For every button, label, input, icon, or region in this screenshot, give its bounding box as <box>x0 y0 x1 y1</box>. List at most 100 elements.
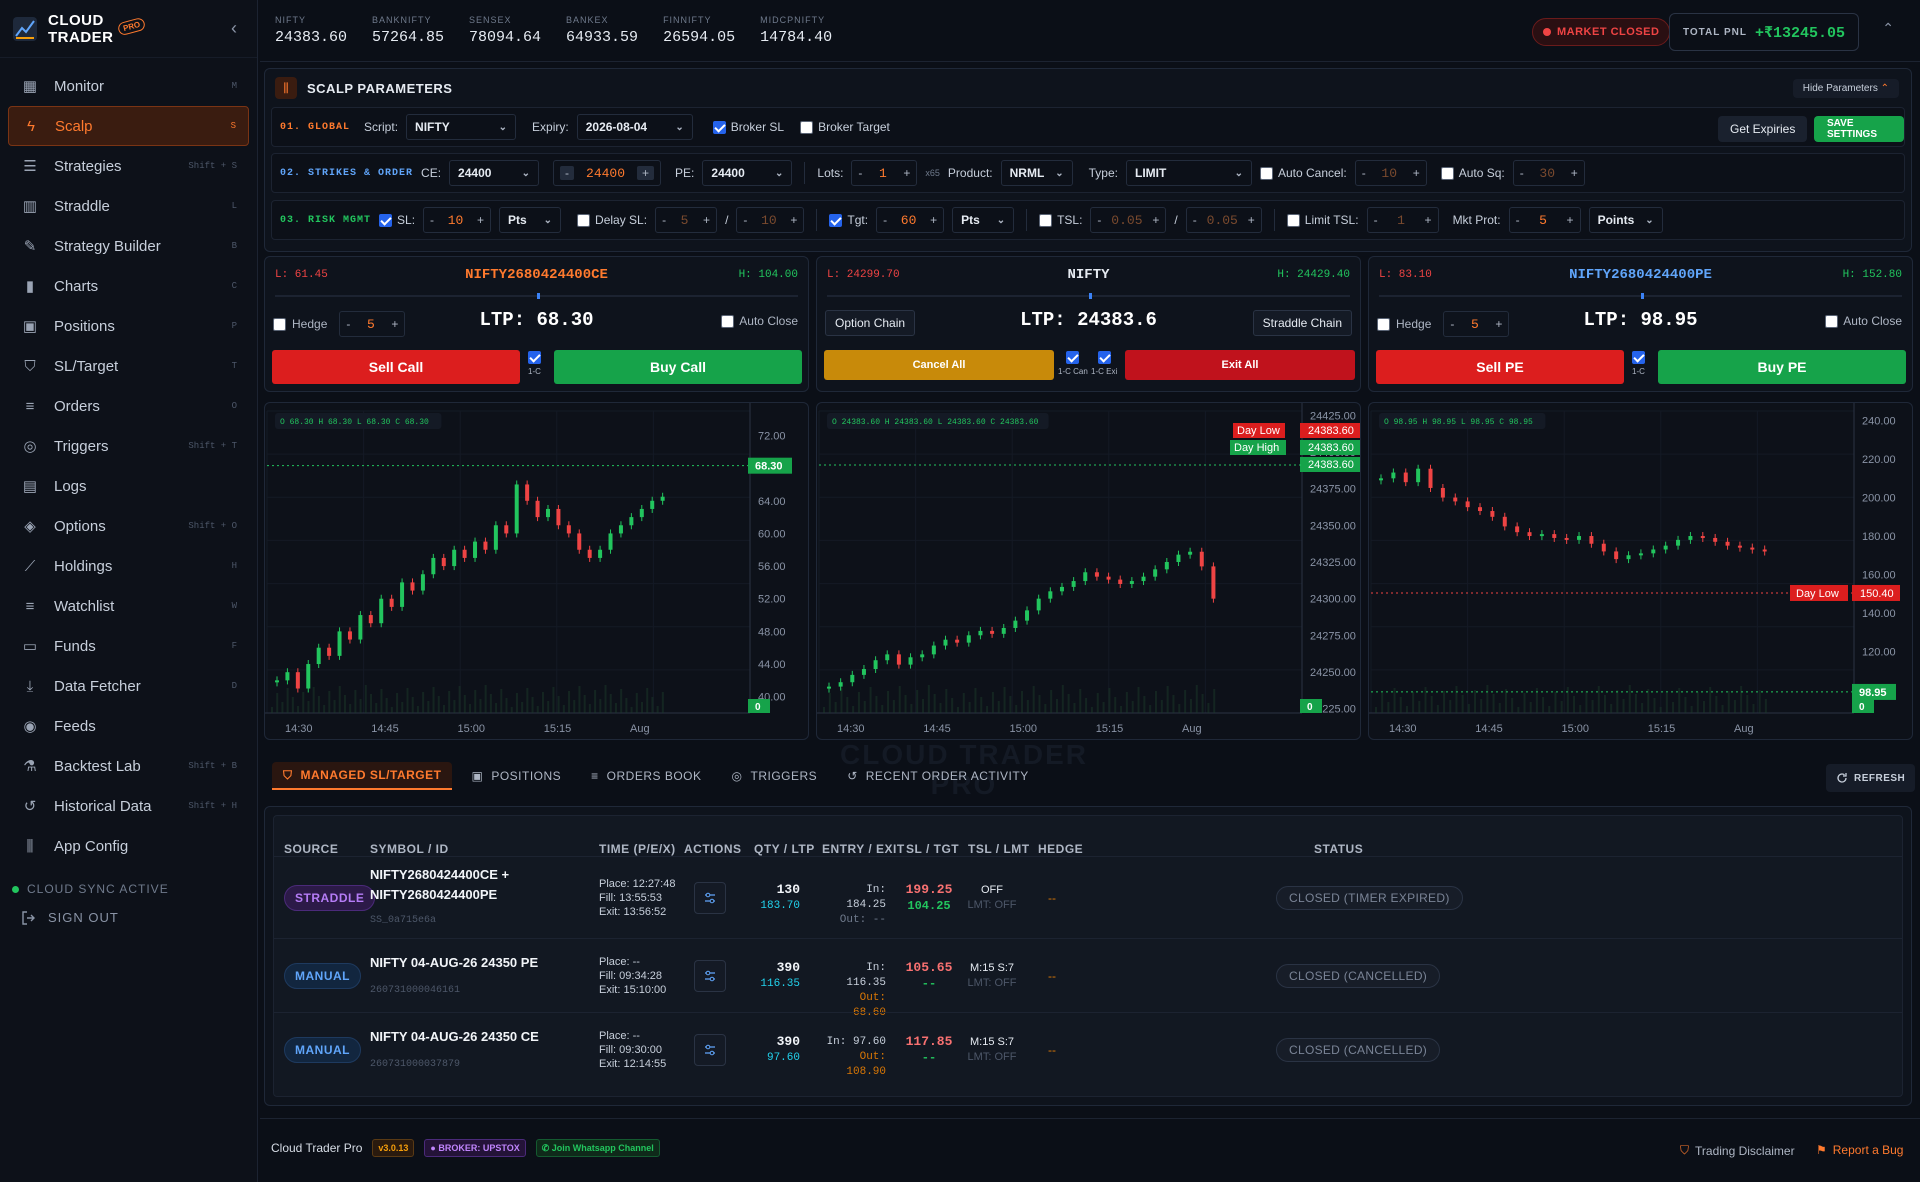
sidebar-item-app-config[interactable]: ⫼ App Config <box>8 826 249 866</box>
volume-bar <box>562 705 565 713</box>
tgt-checkbox[interactable]: Tgt: <box>829 213 868 227</box>
ce-strike-select[interactable]: 24400 ⌄ <box>449 160 540 186</box>
candle <box>1750 547 1755 550</box>
product-select[interactable]: NRML ⌄ <box>1000 160 1073 186</box>
sidebar-item-data-fetcher[interactable]: ⤓ Data Fetcher D <box>8 666 249 706</box>
tsl-stepper-2[interactable]: -0.05 + <box>1185 207 1262 233</box>
tsl-stepper-1[interactable]: -0.05 + <box>1090 207 1167 233</box>
delay-sl-checkbox[interactable]: Delay SL: <box>577 213 647 227</box>
sidebar-item-options[interactable]: ◈ Options Shift + O <box>8 506 249 546</box>
volume-bar <box>541 692 544 713</box>
edit-order-button[interactable] <box>694 882 726 914</box>
pe-one-click[interactable]: 1-C <box>1632 351 1645 376</box>
sidebar-item-funds[interactable]: ▭ Funds F <box>8 626 249 666</box>
sidebar-item-strategies[interactable]: ☰ Strategies Shift + S <box>8 146 249 186</box>
volume-bar <box>1740 686 1743 713</box>
symbol-text: NIFTY2680424400CE + NIFTY2680424400PE <box>370 867 510 902</box>
script-select[interactable]: NIFTY ⌄ <box>406 114 517 140</box>
tab-positions[interactable]: ▣ POSITIONS <box>460 762 572 790</box>
sidebar-item-scalp[interactable]: ϟ Scalp S <box>8 106 249 146</box>
sl-stepper[interactable]: -10 + <box>423 207 492 233</box>
y-tick-label: 72.00 <box>758 430 786 442</box>
trading-disclaimer-link[interactable]: ⛉ Trading Disclaimer <box>1680 1143 1795 1158</box>
volume-bar <box>291 697 294 713</box>
edit-order-button[interactable] <box>694 1034 726 1066</box>
auto-cancel-checkbox[interactable]: Auto Cancel: <box>1259 166 1347 180</box>
sidebar-item-logs[interactable]: ▤ Logs <box>8 466 249 506</box>
auto-sq-checkbox[interactable]: Auto Sq: <box>1440 166 1505 180</box>
day-high-label: Day High <box>1234 442 1279 454</box>
candle <box>608 533 613 550</box>
report-bug-link[interactable]: ⚑ Report a Bug <box>1816 1143 1903 1157</box>
sell-call-button[interactable]: Sell Call <box>272 350 520 384</box>
delay-sl-stepper-1[interactable]: -5 + <box>655 207 718 233</box>
straddle-chain-button[interactable]: Straddle Chain <box>1252 310 1352 336</box>
sidebar-item-orders[interactable]: ≡ Orders O <box>8 386 249 426</box>
sidebar-item-straddle[interactable]: ▥ Straddle L <box>8 186 249 226</box>
sell-pe-button[interactable]: Sell PE <box>1376 350 1624 384</box>
save-settings-button[interactable]: SAVE SETTINGS <box>1814 116 1904 142</box>
sl-checkbox[interactable]: SL: <box>379 213 415 227</box>
collapse-sidebar-icon[interactable]: ‹ <box>231 18 237 39</box>
tsl-checkbox[interactable]: TSL: <box>1039 213 1082 227</box>
one-click-exit[interactable]: 1-C Exi <box>1091 351 1117 376</box>
cancel-all-button[interactable]: Cancel All <box>824 350 1054 380</box>
index-chart[interactable]: 24425.0024400.0024375.0024350.0024325.00… <box>816 402 1361 740</box>
auto-cancel-stepper[interactable]: -10 + <box>1354 160 1427 186</box>
sidebar-item-positions[interactable]: ▣ Positions P <box>8 306 249 346</box>
volume-bar <box>1746 695 1749 713</box>
tab-recent-order-activity[interactable]: ↺ RECENT ORDER ACTIVITY <box>836 762 1040 790</box>
hide-parameters-button[interactable]: Hide Parameters ⌃ <box>1792 78 1899 98</box>
edit-order-button[interactable] <box>694 960 726 992</box>
broker-sl-checkbox[interactable]: Broker SL <box>712 120 784 134</box>
broker-target-checkbox[interactable]: Broker Target <box>800 120 890 134</box>
pe-chart[interactable]: 240.00 220.00 200.00 180.00 160.00 140.00 120.… <box>1368 402 1913 740</box>
tgt-stepper[interactable]: -60 + <box>876 207 945 233</box>
sidebar-item-strategy-builder[interactable]: ✎ Strategy Builder B <box>8 226 249 266</box>
sidebar-item-triggers[interactable]: ◎ Triggers Shift + T <box>8 426 249 466</box>
auto-sq-stepper[interactable]: -30 + <box>1512 160 1585 186</box>
volume-bar <box>531 697 534 713</box>
expiry-select[interactable]: 2026-08-04 ⌄ <box>576 114 693 140</box>
sidebar-item-historical-data[interactable]: ↺ Historical Data Shift + H <box>8 786 249 826</box>
order-type-select[interactable]: LIMIT ⌄ <box>1125 160 1252 186</box>
refresh-button[interactable]: REFRESH <box>1826 764 1916 792</box>
buy-pe-button[interactable]: Buy PE <box>1658 350 1906 384</box>
buy-call-button[interactable]: Buy Call <box>554 350 802 384</box>
sidebar-item-monitor[interactable]: ▦ Monitor M <box>8 66 249 106</box>
pe-strike-select[interactable]: 24400 ⌄ <box>702 160 793 186</box>
delay-sl-stepper-2[interactable]: -10 + <box>736 207 805 233</box>
mkt-prot-stepper[interactable]: -5 + <box>1508 207 1581 233</box>
limit-tsl-checkbox[interactable]: Limit TSL: <box>1286 213 1359 227</box>
params-title: SCALP PARAMETERS <box>307 80 453 96</box>
candle <box>1601 543 1606 552</box>
candle <box>660 496 665 501</box>
sidebar-item-holdings[interactable]: ⟋ Holdings H <box>8 546 249 586</box>
tgt-unit-select[interactable]: Pts ⌄ <box>952 207 1015 233</box>
auto-close-checkbox[interactable]: Auto Close <box>721 314 798 328</box>
sidebar-item-charts[interactable]: ▮ Charts C <box>8 266 249 306</box>
ce-chart[interactable]: 72.00 68.30 64.00 60.00 56.00 52.00 48.00 44.00… <box>264 402 809 740</box>
one-click-cancel[interactable]: 1-C Can <box>1058 351 1088 376</box>
tab-orders-book[interactable]: ≡ ORDERS BOOK <box>580 762 712 790</box>
shortcut-hint: Shift + B <box>188 761 237 771</box>
chevron-up-icon[interactable]: ⌃ <box>1882 20 1894 37</box>
strike-stepper[interactable]: -24400 + <box>553 160 662 186</box>
lots-stepper[interactable]: -1 + <box>851 160 918 186</box>
sidebar-item-sl-target[interactable]: ⛉ SL/Target T <box>8 346 249 386</box>
limit-tsl-stepper[interactable]: -1 + <box>1366 207 1439 233</box>
list-icon: ≡ <box>591 769 599 783</box>
sidebar-item-feeds[interactable]: ◉ Feeds <box>8 706 249 746</box>
get-expiries-button[interactable]: Get Expiries <box>1718 116 1808 142</box>
exit-all-button[interactable]: Exit All <box>1125 350 1355 380</box>
sidebar-item-backtest-lab[interactable]: ⚗ Backtest Lab Shift + B <box>8 746 249 786</box>
sidebar-item-watchlist[interactable]: ≡ Watchlist W <box>8 586 249 626</box>
ce-one-click[interactable]: 1-C <box>528 351 541 376</box>
mkt-prot-unit-select[interactable]: Points ⌄ <box>1588 207 1663 233</box>
tab-triggers[interactable]: ◎ TRIGGERS <box>721 762 829 790</box>
sign-out-button[interactable]: SIGN OUT <box>0 910 257 925</box>
sl-unit-select[interactable]: Pts ⌄ <box>499 207 562 233</box>
whatsapp-link[interactable]: ✆ Join Whatsapp Channel <box>535 1139 660 1157</box>
auto-close-checkbox[interactable]: Auto Close <box>1825 314 1902 328</box>
tab-managed-sl-target[interactable]: ⛉ MANAGED SL/TARGET <box>272 762 453 790</box>
